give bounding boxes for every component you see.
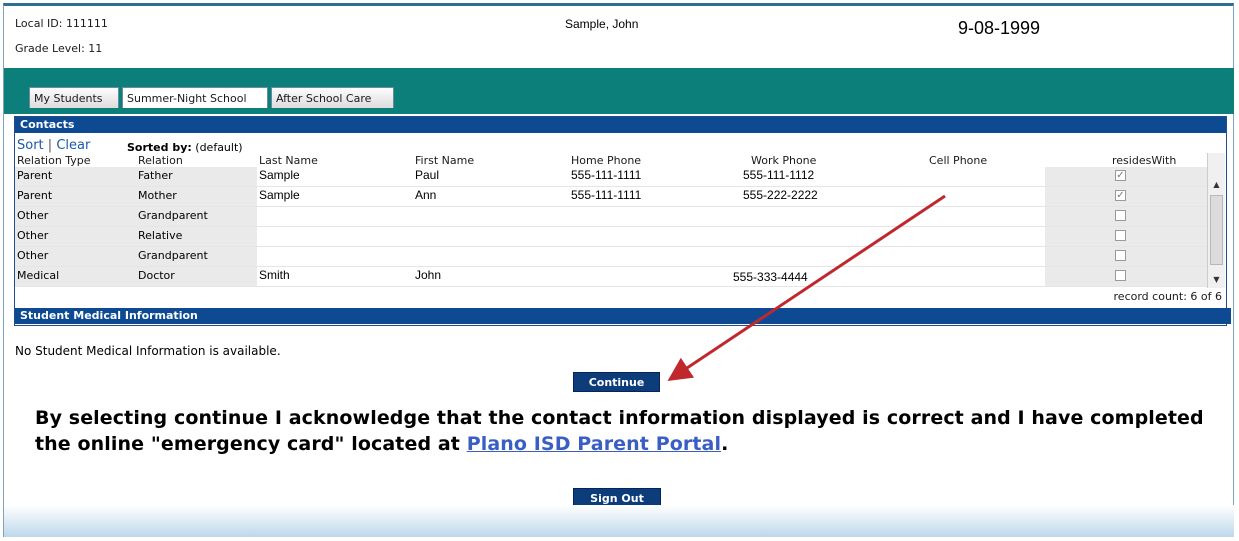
grade-level-value: 11 <box>88 42 103 55</box>
tab-after-school-care[interactable]: After School Care <box>271 87 394 108</box>
scroll-up-icon[interactable]: ▲ <box>1208 177 1225 193</box>
table-row[interactable]: Parent Father Sample Paul 555-111-1111 5… <box>15 167 1207 187</box>
resides-with-checkbox[interactable] <box>1115 230 1126 241</box>
record-count: record count: 6 of 6 <box>1113 290 1222 303</box>
sort-link[interactable]: Sort <box>17 138 44 153</box>
relation-type-cell: Other <box>17 209 49 222</box>
last-name-cell: Sample <box>259 188 300 202</box>
acknowledgement-text: By selecting continue I acknowledge that… <box>35 405 1225 457</box>
relation-type-cell: Medical <box>17 269 60 282</box>
relation-cell: Grandparent <box>138 209 208 222</box>
column-header-relation[interactable]: Relation <box>138 154 183 167</box>
work-phone-cell: 555-111-1112 <box>743 168 815 182</box>
tab-summer-night-school[interactable]: Summer-Night School <box>122 87 268 108</box>
last-name-cell: Smith <box>259 268 290 282</box>
relation-type-cell: Other <box>17 229 49 242</box>
medical-info-header: Student Medical Information <box>15 308 1231 324</box>
scroll-down-icon[interactable]: ▼ <box>1208 272 1225 288</box>
student-name: Sample, John <box>565 17 639 31</box>
column-header-home-phone[interactable]: Home Phone <box>571 154 641 167</box>
contacts-rows: Parent Father Sample Paul 555-111-1111 5… <box>15 167 1207 287</box>
column-header-relation-type[interactable]: Relation Type <box>17 154 91 167</box>
tab-my-students[interactable]: My Students <box>29 87 119 108</box>
table-row[interactable]: Other Grandparent <box>15 247 1207 267</box>
resides-with-checkbox[interactable] <box>1115 210 1126 221</box>
relation-cell: Father <box>138 169 173 182</box>
parent-portal-link[interactable]: Plano ISD Parent Portal <box>467 433 721 455</box>
column-header-first-name[interactable]: First Name <box>415 154 474 167</box>
contacts-header: Contacts <box>15 117 1226 133</box>
column-header-cell-phone[interactable]: Cell Phone <box>929 154 987 167</box>
first-name-cell: Paul <box>415 168 440 182</box>
clear-link[interactable]: Clear <box>56 138 90 153</box>
birth-date: 9-08-1999 <box>958 18 1041 38</box>
table-row[interactable]: Medical Doctor Smith John 555-333-4444 <box>15 267 1207 287</box>
column-header-work-phone[interactable]: Work Phone <box>751 154 816 167</box>
column-header-resides-with[interactable]: residesWith <box>1112 154 1176 167</box>
resides-with-checkbox[interactable] <box>1115 270 1126 281</box>
relation-type-cell: Parent <box>17 189 53 202</box>
column-header-last-name[interactable]: Last Name <box>259 154 318 167</box>
scroll-thumb[interactable] <box>1210 195 1223 265</box>
no-medical-message: No Student Medical Information is availa… <box>15 344 281 358</box>
table-row[interactable]: Other Grandparent <box>15 207 1207 227</box>
local-id-value: 111111 <box>65 17 108 30</box>
contacts-panel: Contacts Sort | Clear Sorted by: (defaul… <box>14 116 1231 326</box>
resides-with-checkbox[interactable]: ✓ <box>1115 190 1126 201</box>
sort-controls: Sort | Clear <box>17 138 90 153</box>
home-phone-cell: 555-111-1111 <box>571 168 642 182</box>
relation-type-cell: Other <box>17 249 49 262</box>
relation-cell: Grandparent <box>138 249 208 262</box>
continue-button[interactable]: Continue <box>573 372 660 392</box>
table-row[interactable]: Other Relative <box>15 227 1207 247</box>
local-id: Local ID: 111111 <box>15 17 108 30</box>
footer-gradient <box>4 505 1234 537</box>
relation-cell: Doctor <box>138 269 175 282</box>
relation-type-cell: Parent <box>17 169 53 182</box>
sorted-by: Sorted by: (default) <box>127 141 243 154</box>
sort-separator: | <box>47 138 53 153</box>
last-name-cell: Sample <box>259 168 300 182</box>
acknowledgement-end: . <box>721 433 729 455</box>
sorted-by-value: (default) <box>195 141 243 154</box>
resides-with-checkbox[interactable]: ✓ <box>1115 170 1126 181</box>
table-row[interactable]: Parent Mother Sample Ann 555-111-1111 55… <box>15 187 1207 207</box>
resides-with-checkbox[interactable] <box>1115 250 1126 261</box>
relation-cell: Mother <box>138 189 177 202</box>
home-phone-cell: 555-111-1111 <box>571 188 642 202</box>
first-name-cell: John <box>415 268 442 282</box>
first-name-cell: Ann <box>415 188 437 202</box>
work-phone-cell: 555-333-4444 <box>733 270 808 284</box>
relation-cell: Relative <box>138 229 183 242</box>
grade-level: Grade Level: 11 <box>15 42 103 55</box>
work-phone-cell: 555-222-2222 <box>743 188 818 202</box>
table-scrollbar[interactable]: ▲ ▼ <box>1207 153 1225 288</box>
